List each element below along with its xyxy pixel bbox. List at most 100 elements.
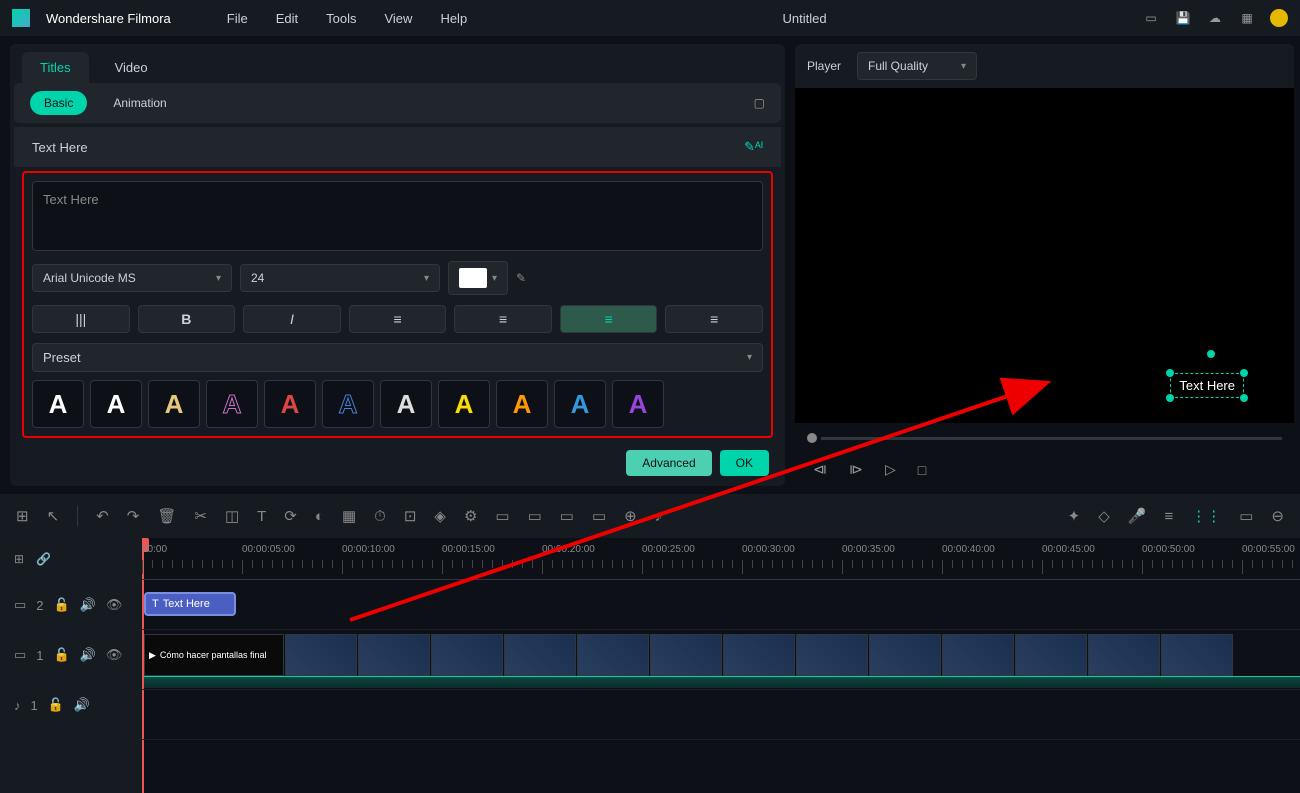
video-clip[interactable] (723, 634, 795, 676)
preset-4[interactable]: A (206, 380, 258, 428)
zoom-out-icon[interactable]: ⊖ (1271, 507, 1284, 525)
effect-icon[interactable]: ▦ (342, 507, 356, 525)
tab-video[interactable]: Video (97, 52, 166, 83)
preset-2[interactable]: A (90, 380, 142, 428)
preset-11[interactable]: A (612, 380, 664, 428)
lock-icon[interactable]: 🔓 (54, 647, 70, 663)
preset-6[interactable]: A (322, 380, 374, 428)
italic-button[interactable]: I (243, 305, 341, 333)
text-track[interactable]: TText Here (142, 580, 1300, 630)
video-clip[interactable] (1088, 634, 1160, 676)
advanced-button[interactable]: Advanced (626, 450, 711, 476)
text-overlay[interactable]: Text Here (1170, 373, 1244, 398)
screen-icon[interactable]: ▭ (1142, 9, 1160, 27)
video-clip[interactable] (431, 634, 503, 676)
color-icon[interactable]: ◐ (315, 508, 324, 525)
save-icon[interactable]: 💾 (1174, 9, 1192, 27)
font-size-dropdown[interactable]: 24▾ (240, 264, 440, 292)
video-clip[interactable] (1015, 634, 1087, 676)
text-clip[interactable]: TText Here (144, 592, 236, 616)
preset-7[interactable]: A (380, 380, 432, 428)
preset-9[interactable]: A (496, 380, 548, 428)
preset-5[interactable]: A (264, 380, 316, 428)
preset-save-icon[interactable]: ▢ (754, 96, 765, 110)
tool-icon-2[interactable]: ▭ (1239, 507, 1253, 525)
preview-viewport[interactable]: Text Here (795, 88, 1294, 423)
marker-icon[interactable]: ◇ (1098, 507, 1110, 525)
preset-10[interactable]: A (554, 380, 606, 428)
menu-help[interactable]: Help (440, 11, 467, 26)
cloud-icon[interactable]: ☁ (1206, 9, 1224, 27)
crop-icon[interactable]: ◫ (225, 507, 239, 525)
icon-2[interactable]: ◈ (434, 507, 446, 525)
next-frame-icon[interactable]: ⧐ (849, 461, 863, 478)
tab-titles[interactable]: Titles (22, 52, 89, 83)
eyedropper-icon[interactable]: ✎ (516, 271, 526, 285)
subtab-animation[interactable]: Animation (99, 91, 180, 115)
preset-8[interactable]: A (438, 380, 490, 428)
grid-icon[interactable]: ▦ (1238, 9, 1256, 27)
align-justify-button[interactable]: ≡ (665, 305, 763, 333)
video-clip[interactable] (650, 634, 722, 676)
mixer-icon[interactable]: ≡ (1164, 508, 1173, 525)
cut-icon[interactable]: ✂ (194, 507, 207, 525)
bold-button[interactable]: B (138, 305, 236, 333)
audio-icon[interactable]: ♪ (655, 508, 663, 525)
tool-icon-1[interactable]: ✦ (1068, 507, 1081, 525)
menu-view[interactable]: View (384, 11, 412, 26)
snap-icon[interactable]: ⋮⋮ (1191, 507, 1221, 525)
text-input[interactable]: Text Here (32, 181, 763, 251)
eye-icon[interactable]: 👁 (106, 597, 123, 613)
video-clip[interactable] (869, 634, 941, 676)
preset-3[interactable]: A (148, 380, 200, 428)
video-track[interactable]: ▶Cómo hacer pantallas final (142, 630, 1300, 690)
icon-5[interactable]: ▭ (560, 507, 574, 525)
icon-3[interactable]: ▭ (495, 507, 509, 525)
lock-icon[interactable]: 🔓 (48, 697, 64, 713)
video-clip[interactable] (942, 634, 1014, 676)
mute-icon[interactable]: 🔊 (74, 697, 90, 713)
ok-button[interactable]: OK (720, 450, 769, 476)
spacing-button[interactable]: ||| (32, 305, 130, 333)
align-left-button[interactable]: ≡ (349, 305, 447, 333)
prev-frame-icon[interactable]: ⧏ (813, 461, 827, 478)
menu-edit[interactable]: Edit (276, 11, 298, 26)
icon-1[interactable]: ⊡ (404, 507, 417, 525)
lock-icon[interactable]: 🔓 (54, 597, 70, 613)
mic-icon[interactable]: 🎤 (1128, 507, 1147, 525)
video-clip[interactable] (577, 634, 649, 676)
undo-icon[interactable]: ↶ (96, 507, 109, 525)
user-avatar[interactable] (1270, 9, 1288, 27)
menu-file[interactable]: File (227, 11, 248, 26)
video-clip[interactable] (796, 634, 868, 676)
icon-4[interactable]: ▭ (528, 507, 542, 525)
align-right-button[interactable]: ≡ (560, 305, 658, 333)
timer-icon[interactable]: ⏱ (374, 508, 386, 525)
adjust-icon[interactable]: ⚙ (464, 507, 477, 525)
stop-icon[interactable]: □ (918, 462, 926, 478)
icon-6[interactable]: ▭ (592, 507, 606, 525)
icon-7[interactable]: ⊕ (624, 507, 637, 525)
video-clip[interactable] (504, 634, 576, 676)
align-center-button[interactable]: ≡ (454, 305, 552, 333)
link-icon[interactable]: 🔗 (36, 552, 51, 566)
speed-icon[interactable]: ⟳ (284, 507, 297, 525)
pointer-icon[interactable]: ↖ (47, 507, 60, 525)
ai-edit-icon[interactable]: ✎ᴬᴵ (744, 139, 763, 155)
scrubber[interactable] (795, 423, 1294, 453)
eye-icon[interactable]: 👁 (106, 647, 123, 663)
font-family-dropdown[interactable]: Arial Unicode MS▾ (32, 264, 232, 292)
play-icon[interactable]: ▷ (885, 461, 896, 478)
video-clip[interactable] (285, 634, 357, 676)
mute-icon[interactable]: 🔊 (80, 647, 96, 663)
video-clip[interactable] (358, 634, 430, 676)
video-clip[interactable] (1161, 634, 1233, 676)
delete-icon[interactable]: 🗑 (157, 507, 176, 525)
time-ruler[interactable]: 00:0000:00:05:0000:00:10:0000:00:15:0000… (142, 538, 1300, 580)
color-dropdown[interactable]: ▾ (448, 261, 508, 295)
mute-icon[interactable]: 🔊 (80, 597, 96, 613)
video-clip-1[interactable]: ▶Cómo hacer pantallas final (144, 634, 284, 676)
quality-dropdown[interactable]: Full Quality▾ (857, 52, 977, 80)
redo-icon[interactable]: ↷ (127, 507, 140, 525)
audio-track[interactable] (142, 690, 1300, 740)
